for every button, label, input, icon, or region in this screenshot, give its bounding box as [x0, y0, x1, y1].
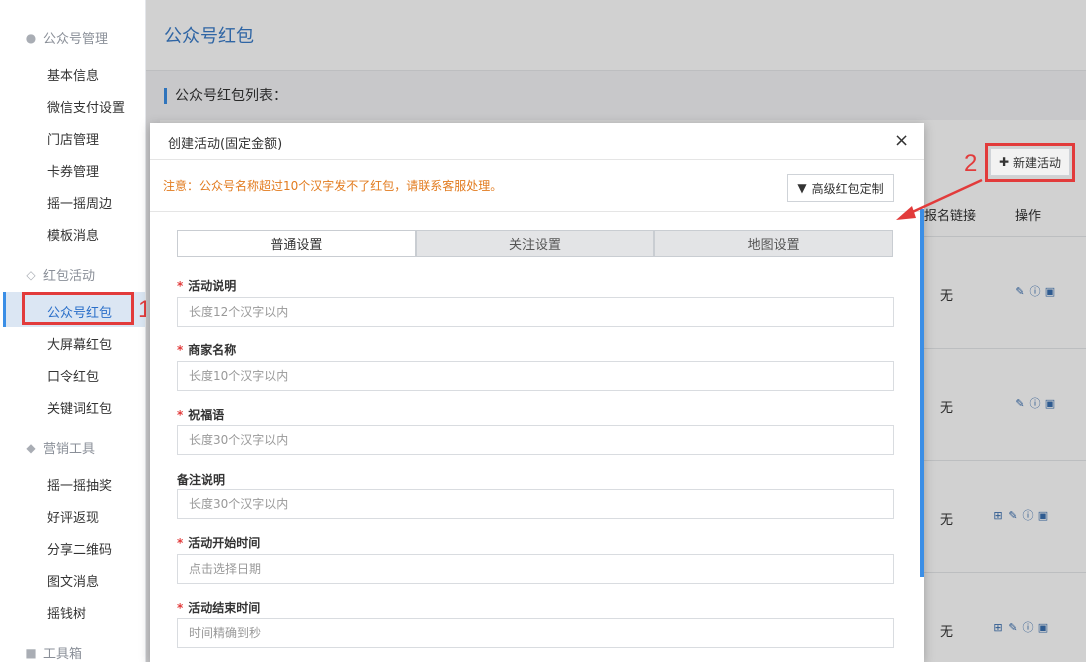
- sidebar-group-marketing[interactable]: ◆ 营销工具: [24, 438, 96, 458]
- sidebar-item-password-redpacket[interactable]: 口令红包: [47, 366, 99, 385]
- sidebar-item-review-cashback[interactable]: 好评返现: [47, 507, 99, 526]
- sidebar-item-store[interactable]: 门店管理: [47, 129, 99, 148]
- required-mark: *: [177, 536, 184, 550]
- field-label-blessing: * 祝福语: [177, 408, 225, 422]
- sidebar-group-label: 工具箱: [43, 647, 83, 662]
- tag-icon: ◆: [26, 440, 36, 455]
- settings-tabs: 普通设置 关注设置 地图设置: [177, 230, 894, 257]
- field-label-activity-desc: * 活动说明: [177, 279, 237, 293]
- sidebar-item-keyword-redpacket[interactable]: 关键词红包: [47, 398, 112, 417]
- field-label-remark: 备注说明: [177, 473, 226, 487]
- sidebar-group-wechat[interactable]: ● 公众号管理: [24, 28, 109, 48]
- sidebar: ● 公众号管理 基本信息 微信支付设置 门店管理 卡券管理 摇一摇周边 模板消息…: [0, 0, 146, 662]
- tab-general-settings[interactable]: 普通设置: [177, 230, 416, 257]
- filter-icon: ▼: [797, 181, 807, 195]
- required-mark: *: [177, 408, 184, 422]
- field-label-end-time: * 活动结束时间: [177, 601, 261, 615]
- sidebar-item-share-qrcode[interactable]: 分享二维码: [47, 539, 112, 558]
- required-mark: *: [177, 343, 184, 357]
- field-label-merchant-name: * 商家名称: [177, 343, 237, 357]
- field-label-start-time: * 活动开始时间: [177, 536, 261, 550]
- sidebar-item-basic-info[interactable]: 基本信息: [47, 65, 99, 84]
- remark-input[interactable]: 长度30个汉字以内: [177, 489, 894, 519]
- notice-divider: [150, 211, 924, 212]
- sidebar-group-label: 公众号管理: [43, 32, 109, 47]
- modal-title: 创建活动(固定金额): [168, 137, 283, 152]
- sidebar-item-template[interactable]: 模板消息: [47, 225, 99, 244]
- sidebar-group-toolbox[interactable]: ■ 工具箱: [24, 643, 82, 662]
- sidebar-item-shake-lottery[interactable]: 摇一摇抽奖: [47, 475, 112, 494]
- sidebar-item-coupon[interactable]: 卡券管理: [47, 161, 99, 180]
- sidebar-item-article[interactable]: 图文消息: [47, 571, 99, 590]
- sidebar-item-shake-nearby[interactable]: 摇一摇周边: [47, 193, 112, 212]
- merchant-name-input[interactable]: 长度10个汉字以内: [177, 361, 894, 391]
- sidebar-item-bigscreen-redpacket[interactable]: 大屏幕红包: [47, 334, 112, 353]
- briefcase-icon: ■: [25, 645, 37, 660]
- required-mark: *: [177, 601, 184, 615]
- modal-scrollbar[interactable]: [920, 209, 924, 577]
- highlight-box-step2: [985, 143, 1075, 182]
- sidebar-group-label: 红包活动: [43, 269, 96, 284]
- blessing-input[interactable]: 长度30个汉字以内: [177, 425, 894, 455]
- start-time-input[interactable]: 点击选择日期: [177, 554, 894, 584]
- tab-map-settings[interactable]: 地图设置: [654, 230, 894, 257]
- diamond-icon: ◇: [26, 267, 36, 282]
- advanced-redpacket-button[interactable]: ▼ 高级红包定制: [787, 174, 894, 202]
- tab-follow-settings[interactable]: 关注设置: [415, 230, 655, 257]
- sidebar-item-wechat-pay[interactable]: 微信支付设置: [47, 97, 125, 116]
- wechat-icon: ●: [25, 30, 37, 45]
- close-icon[interactable]: ×: [894, 130, 909, 151]
- modal-header-divider: [150, 159, 924, 160]
- required-mark: *: [177, 279, 184, 293]
- sidebar-group-redpacket[interactable]: ◇ 红包活动: [24, 265, 96, 285]
- create-activity-modal: 创建活动(固定金额) × 注意：公众号名称超过10个汉字发不了红包，请联系客服处…: [150, 123, 924, 662]
- highlight-box-step1: [22, 292, 134, 325]
- sidebar-active-indicator: [3, 292, 6, 327]
- notice-text: 注意：公众号名称超过10个汉字发不了红包，请联系客服处理。: [163, 179, 503, 193]
- end-time-input[interactable]: 时间精确到秒: [177, 618, 894, 648]
- sidebar-item-money-tree[interactable]: 摇钱树: [47, 603, 86, 622]
- step-number-2: 2: [964, 150, 978, 177]
- activity-desc-input[interactable]: 长度12个汉字以内: [177, 297, 894, 327]
- advanced-redpacket-label: 高级红包定制: [811, 181, 884, 196]
- sidebar-group-label: 营销工具: [43, 442, 96, 457]
